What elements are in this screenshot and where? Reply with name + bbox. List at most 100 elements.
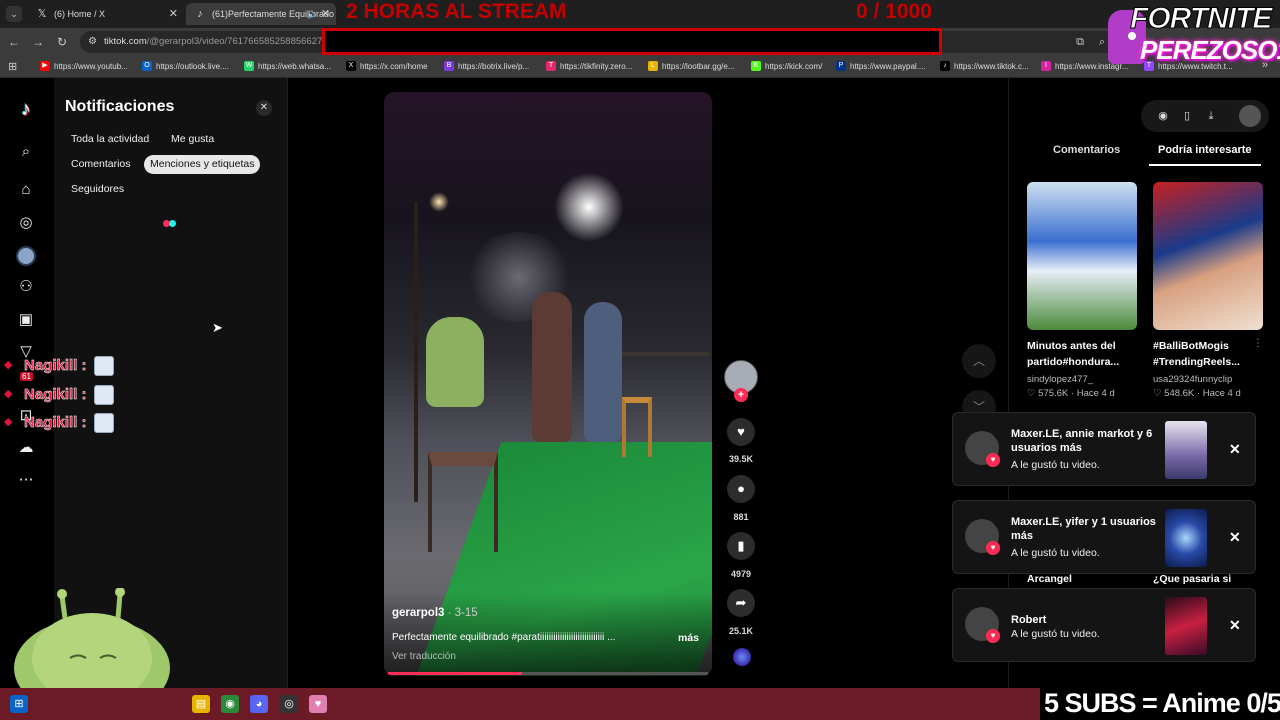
gem-icon: ◆ bbox=[4, 416, 13, 428]
emote-icon bbox=[94, 413, 114, 433]
close-icon[interactable]: ✕ bbox=[256, 100, 272, 116]
video-date: · 3-15 bbox=[444, 607, 478, 619]
music-disc-icon[interactable] bbox=[733, 648, 751, 666]
tab-comments[interactable]: Comentarios bbox=[1053, 144, 1120, 156]
close-tab-icon[interactable]: ✕ bbox=[169, 3, 178, 25]
friends-icon[interactable]: ⚇ bbox=[14, 275, 38, 299]
video-author[interactable]: gerarpol3 · 3-15 bbox=[392, 607, 478, 619]
emote-icon bbox=[94, 356, 114, 376]
profile-avatar[interactable] bbox=[16, 246, 36, 266]
tab-tiktok-video[interactable]: ♪ (61)Perfectamente Equilibrado 🔈 ✕ bbox=[186, 3, 336, 25]
tiktok-logo-icon[interactable]: ♪ bbox=[15, 98, 37, 122]
user-avatar[interactable] bbox=[1239, 105, 1261, 127]
toast-message: A le gustó tu video. bbox=[1011, 547, 1100, 559]
follow-plus-icon[interactable]: + bbox=[734, 388, 748, 402]
live-icon[interactable]: ▣ bbox=[14, 308, 38, 332]
search-icon[interactable]: ⌕ bbox=[14, 140, 38, 164]
phone-icon[interactable]: ▯ bbox=[1179, 108, 1195, 124]
bookmark-item[interactable]: ♪ https://www.tiktok.c... bbox=[940, 56, 1029, 78]
chrome-icon[interactable]: ◉ bbox=[221, 695, 239, 713]
filter-likes[interactable]: Me gusta bbox=[165, 130, 220, 149]
bookmark-item[interactable]: Lhttps://lootbar.gg/e... bbox=[648, 56, 735, 78]
video-thumbnail[interactable] bbox=[1165, 597, 1207, 655]
like-icon[interactable]: ♥ bbox=[727, 418, 755, 446]
close-icon[interactable]: ✕ bbox=[1229, 441, 1241, 458]
close-tab-icon[interactable]: ✕ bbox=[321, 3, 330, 25]
file-explorer-icon[interactable]: ▤ bbox=[192, 695, 210, 713]
tab-search-icon[interactable]: ⌄ bbox=[6, 6, 22, 22]
bookmark-item[interactable]: Ohttps://outlook.live.... bbox=[142, 56, 229, 78]
comment-icon[interactable]: ● bbox=[727, 475, 755, 503]
more-icon[interactable]: ⋯ bbox=[14, 468, 38, 492]
apps-grid-icon[interactable]: ⊞ bbox=[8, 60, 17, 73]
video-thumbnail[interactable] bbox=[1027, 182, 1137, 330]
bookmark-label: https://botrix.live/p... bbox=[458, 62, 530, 71]
bookmark-item[interactable]: Phttps://www.paypal.... bbox=[836, 56, 926, 78]
discord-icon[interactable]: ◕ bbox=[250, 695, 268, 713]
bookmark-item[interactable]: Whttps://web.whatsa... bbox=[244, 56, 331, 78]
tiktok-icon: ♪ bbox=[197, 8, 203, 20]
video-thumbnail[interactable] bbox=[1153, 182, 1263, 330]
tab-x-home[interactable]: 𝕏 (6) Home / X ✕ bbox=[28, 3, 184, 25]
share-icon[interactable]: ➦ bbox=[727, 589, 755, 617]
heart-icon: ♥ bbox=[986, 629, 1000, 643]
reload-icon[interactable]: ↻ bbox=[54, 34, 70, 50]
close-icon[interactable]: ✕ bbox=[1229, 617, 1241, 634]
previous-video-chevron-up-icon[interactable]: ︿ bbox=[962, 344, 996, 378]
video-player[interactable]: gerarpol3 · 3-15 Perfectamente equilibra… bbox=[384, 92, 712, 676]
bookmark-item[interactable]: ▶ https://www.youtub... bbox=[40, 56, 128, 78]
filter-all-activity[interactable]: Toda la actividad bbox=[65, 130, 155, 149]
video-thumbnail[interactable] bbox=[1165, 421, 1207, 479]
speaker-icon[interactable]: 🔈 bbox=[307, 3, 318, 25]
home-icon[interactable]: ⌂ bbox=[14, 178, 38, 202]
like-notification-toast[interactable]: ♥ Maxer.LE, yifer y 1 usuarios más A le … bbox=[952, 500, 1256, 574]
start-icon[interactable]: ⊞ bbox=[10, 695, 28, 713]
explore-icon[interactable]: ◎ bbox=[14, 211, 38, 235]
app-icon[interactable]: ♥ bbox=[309, 695, 327, 713]
video-actions: + ♥ 39.5K ● 881 ▮ 4979 ➦ 25.1K bbox=[716, 358, 766, 688]
card-author[interactable]: sindylopez477_ bbox=[1027, 374, 1093, 385]
card-stats: ♡ 575.6K · Hace 4 d bbox=[1027, 388, 1115, 399]
bookmark-icon[interactable]: ▮ bbox=[727, 532, 755, 560]
heart-icon: ♥ bbox=[986, 453, 1000, 467]
translate-link[interactable]: Ver traducción bbox=[392, 651, 456, 662]
bookmark-item[interactable]: Khttps://kick.com/ bbox=[751, 56, 822, 78]
more-options-icon[interactable]: ⋮ bbox=[1253, 338, 1263, 349]
toast-users: Robert bbox=[1011, 614, 1047, 626]
compass-icon[interactable]: ◉ bbox=[1155, 108, 1171, 124]
forward-icon[interactable]: → bbox=[30, 34, 46, 50]
subs-goal-overlay: 5 SUBS = Anime 0/5 bbox=[1040, 686, 1280, 720]
notifications-title: Notificaciones bbox=[65, 98, 175, 115]
card-title: #BalliBotMogis #TrendingReels... bbox=[1153, 340, 1240, 368]
filter-mentions[interactable]: Menciones y etiquetas bbox=[144, 155, 261, 174]
more-link[interactable]: más bbox=[678, 632, 699, 644]
cast-icon[interactable]: ⧉ bbox=[1072, 34, 1088, 50]
upload-icon[interactable]: ☁ bbox=[14, 436, 38, 460]
card-title-partial: Arcangel bbox=[1027, 573, 1072, 585]
bookmark-item[interactable]: Bhttps://botrix.live/p... bbox=[444, 56, 529, 78]
tab-recommended[interactable]: Podría interesarte bbox=[1158, 144, 1252, 156]
bookmark-item[interactable]: Thttps://tikfinity.zero... bbox=[546, 56, 632, 78]
bookmark-label: https://kick.com/ bbox=[765, 62, 823, 71]
video-thumbnail[interactable] bbox=[1165, 509, 1207, 567]
author-name[interactable]: gerarpol3 bbox=[392, 607, 444, 619]
download-icon[interactable]: ⤓ bbox=[1203, 108, 1219, 124]
comment-count: 881 bbox=[733, 512, 749, 522]
filter-comments[interactable]: Comentarios bbox=[65, 155, 137, 174]
bookmark-item[interactable]: Xhttps://x.com/home bbox=[346, 56, 428, 78]
card-author[interactable]: usa29324funnyclip bbox=[1153, 374, 1232, 385]
site-info-icon[interactable]: ⚙ bbox=[88, 36, 100, 48]
like-notification-toast[interactable]: ♥ Maxer.LE, annie markot y 6 usuarios má… bbox=[952, 412, 1256, 486]
video-progress-bar[interactable] bbox=[388, 672, 708, 675]
bookmark-label: https://lootbar.gg/e... bbox=[662, 62, 735, 71]
tab-title: (6) Home / X bbox=[54, 9, 106, 19]
close-icon[interactable]: ✕ bbox=[1229, 529, 1241, 546]
like-notification-toast[interactable]: ♥ Robert A le gustó tu video. ✕ bbox=[952, 588, 1256, 662]
bookmark-favicon-icon: B bbox=[444, 61, 454, 71]
chat-badge: 61 bbox=[20, 372, 33, 381]
obs-icon[interactable]: ◎ bbox=[280, 695, 298, 713]
filter-followers[interactable]: Seguidores bbox=[65, 180, 130, 199]
back-icon[interactable]: ← bbox=[6, 34, 22, 50]
toast-users: Maxer.LE, annie markot y 6 usuarios más bbox=[1011, 428, 1153, 454]
fortnite-logo: FORTNITE PEREZOSO1 bbox=[1106, 2, 1280, 68]
